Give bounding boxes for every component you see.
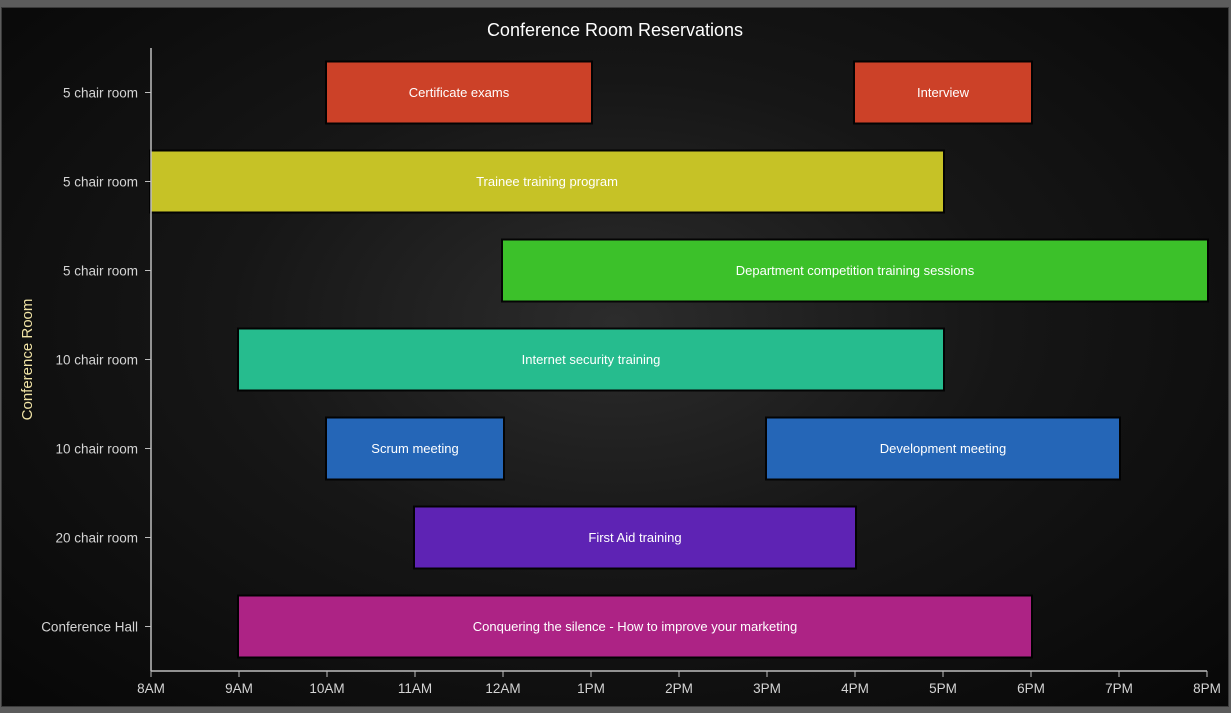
task-bar-group: Certificate exams [325,60,593,125]
chart-title: Conference Room Reservations [487,20,743,40]
x-tick-label: 8PM [1193,681,1221,696]
task-label: Certificate exams [409,85,510,100]
gantt-chart: Conference Room Reservations Conference … [19,20,1221,696]
y-category-label: 20 chair room [55,531,138,546]
x-tick-label: 2PM [665,681,693,696]
y-category-label: 5 chair room [63,264,138,279]
x-tick-label: 3PM [753,681,781,696]
task-label: Scrum meeting [371,441,458,456]
x-tick-label: 6PM [1017,681,1045,696]
x-tick-label: 5PM [929,681,957,696]
task-label: Internet security training [522,352,661,367]
task-label: Interview [917,85,970,100]
task-bars: Certificate exams Interview Trainee traini… [149,60,1209,659]
task-label: Development meeting [880,441,1006,456]
y-category-labels: 5 chair room 5 chair room 5 chair room 10 c… [41,86,138,635]
y-category-label: 5 chair room [63,175,138,190]
task-label: Department competition training sessions [736,263,975,278]
x-tick-label: 9AM [225,681,253,696]
task-bar-group: Development meeting [765,416,1121,481]
x-tick-label: 8AM [137,681,165,696]
task-bar-group: Scrum meeting [325,416,505,481]
task-bar-group: Internet security training [237,327,945,392]
y-axis-title: Conference Room [19,299,36,421]
task-label: Trainee training program [476,174,618,189]
y-category-label: Conference Hall [41,620,138,635]
x-tick-label: 4PM [841,681,869,696]
x-tick-label: 11AM [398,681,432,696]
task-bar-group: Conquering the silence - How to improve … [237,594,1033,659]
y-category-label: 5 chair room [63,86,138,101]
task-bar-group: Trainee training program [149,149,945,214]
x-tick-label: 1PM [577,681,605,696]
chart-frame: Conference Room Reservations Conference … [1,7,1229,707]
x-tick-labels: 8AM 9AM 10AM 11AM 12AM 1PM 2PM 3PM 4PM 5PM 6PM 7PM 8… [137,681,1221,696]
task-bar-group: Interview [853,60,1033,125]
y-category-label: 10 chair room [55,353,138,368]
task-label: First Aid training [588,530,681,545]
task-bar-group: First Aid training [413,505,857,570]
x-tick-label: 7PM [1105,681,1133,696]
y-category-label: 10 chair room [55,442,138,457]
task-label: Conquering the silence - How to improve … [473,619,797,634]
x-tick-label: 10AM [309,681,344,696]
task-bar-group: Department competition training sessions [501,238,1209,303]
x-tick-label: 12AM [485,681,520,696]
